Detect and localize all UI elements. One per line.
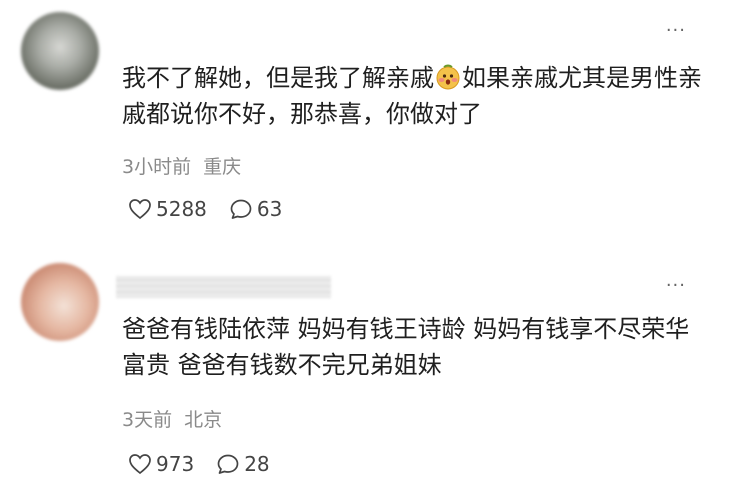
reply-count: 28 xyxy=(244,452,270,476)
like-button[interactable]: 973 xyxy=(128,452,194,476)
comment-location: 重庆 xyxy=(203,156,242,178)
reply-button[interactable]: 28 xyxy=(216,452,270,476)
comment-text: 我不了解她，但是我了解亲戚 如果亲戚尤其是男性亲戚都说你不好，那恭喜，你做对了 xyxy=(122,60,712,132)
comment-location: 北京 xyxy=(184,409,223,431)
reply-count: 63 xyxy=(256,197,283,221)
more-options-button[interactable]: ··· xyxy=(666,20,686,41)
username-redacted[interactable] xyxy=(116,276,331,298)
comment-time: 3小时前 xyxy=(122,156,192,178)
comment-meta: 3天前 北京 xyxy=(122,405,222,432)
comment-bubble-icon xyxy=(217,454,239,474)
comment-bubble-icon xyxy=(230,199,252,219)
face-emoji-icon xyxy=(436,64,460,90)
avatar[interactable] xyxy=(21,12,99,90)
more-options-button[interactable]: ··· xyxy=(666,275,686,296)
like-count: 973 xyxy=(156,452,195,476)
like-button[interactable]: 5288 xyxy=(128,197,207,221)
like-count: 5288 xyxy=(156,197,207,221)
comment-time: 3天前 xyxy=(122,409,173,431)
avatar[interactable] xyxy=(21,263,99,341)
heart-icon xyxy=(129,454,151,475)
comment-actions: 5288 63 xyxy=(128,197,282,221)
comment-text: 爸爸有钱陆依萍 妈妈有钱王诗龄 妈妈有钱享不尽荣华富贵 爸爸有钱数不完兄弟姐妹 xyxy=(122,315,690,379)
comment-meta: 3小时前 重庆 xyxy=(122,152,241,179)
comment-text-part: 我不了解她，但是我了解亲戚 xyxy=(122,64,434,92)
heart-icon xyxy=(129,199,151,220)
comment-actions: 973 28 xyxy=(128,452,270,476)
reply-button[interactable]: 63 xyxy=(229,197,282,221)
